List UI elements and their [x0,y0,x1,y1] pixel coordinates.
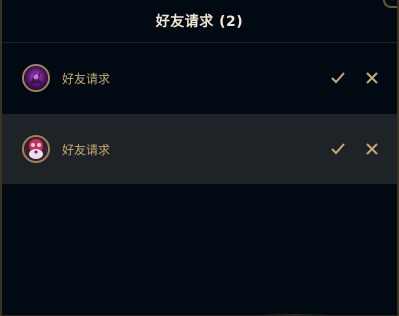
decline-button[interactable] [363,140,381,158]
list-item[interactable]: 好友请求 [2,43,397,113]
friend-requests-panel: 好友请求 (2) 好友请求 好友请求 [0,0,399,316]
panel-header: 好友请求 (2) [2,0,397,43]
checkmark-icon [331,143,345,155]
list-item[interactable]: 好友请求 [2,114,397,184]
checkmark-icon [331,72,345,84]
panel-title: 好友请求 (2) [155,14,244,30]
accept-button[interactable] [329,69,347,87]
pink-poro-avatar-icon [22,135,50,163]
decline-button[interactable] [363,69,381,87]
accept-button[interactable] [329,140,347,158]
request-label: 好友请求 [62,71,111,86]
close-icon [366,72,378,84]
close-icon [366,143,378,155]
request-label: 好友请求 [62,142,111,157]
purple-champion-avatar-icon [22,64,50,92]
